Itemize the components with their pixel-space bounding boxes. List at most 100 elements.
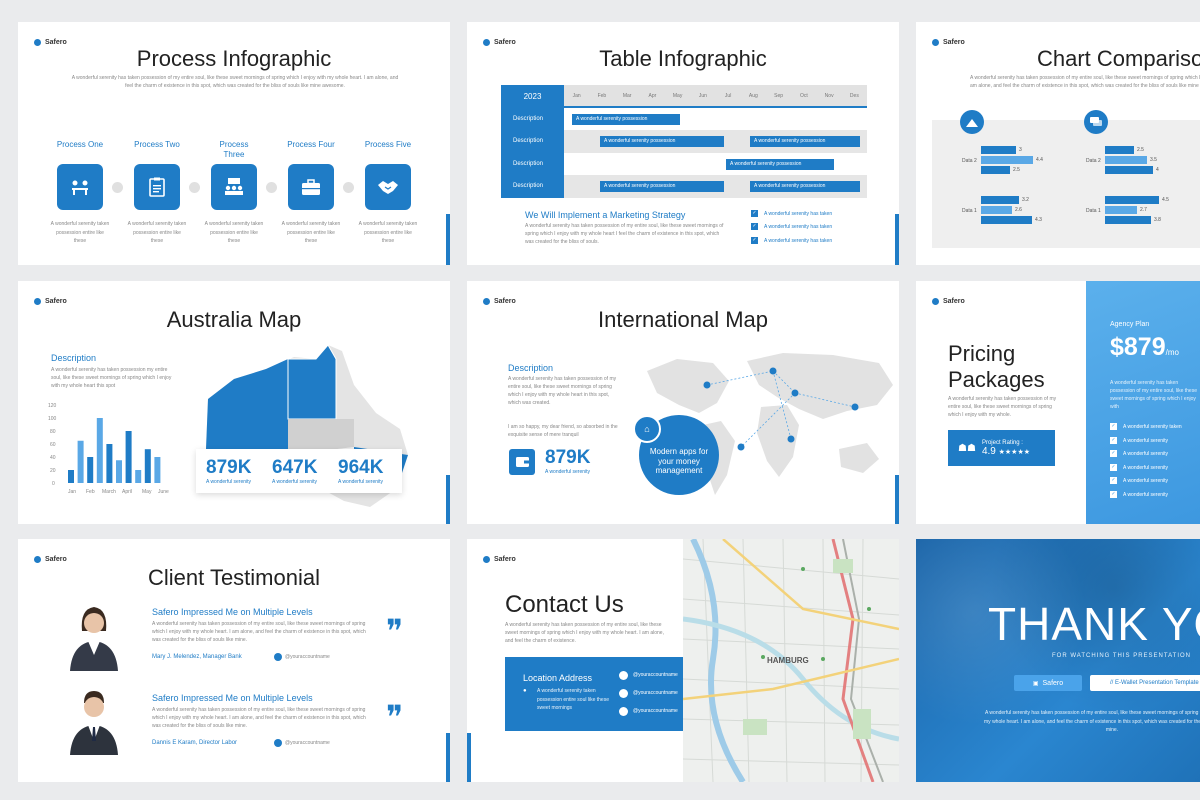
chart-bar [106, 444, 113, 483]
gantt-bar: A wonderful serenity possession [572, 113, 680, 125]
description-title: Description [51, 353, 97, 363]
x-tick: Feb [86, 489, 95, 495]
pin-icon: ● [523, 688, 527, 694]
y-tick: 0 [52, 481, 55, 487]
template-button[interactable]: // E-Wallet Presentation Template [1090, 675, 1200, 691]
slide-contact[interactable]: Safero Contact Us A wonderful serenity h… [467, 539, 899, 782]
bar [981, 206, 1012, 214]
location-card: Location Address ● A wonderful serenity … [505, 657, 699, 731]
check-icon: ✓ [751, 210, 758, 217]
accent-bar [895, 214, 899, 265]
brand-logo: Safero [34, 298, 67, 305]
slide-thank-you[interactable]: THANK YOU FOR WATCHING THIS PRESENTATION… [916, 539, 1200, 782]
value-label: 4 [1156, 167, 1159, 173]
accent-bar [895, 475, 899, 524]
brand-button[interactable]: ▣ Safero [1014, 675, 1082, 691]
process-label: Process One [56, 140, 104, 149]
avatar [66, 685, 122, 755]
value-label: 2.5 [1013, 167, 1020, 173]
wallet-icon: ▣ [1032, 680, 1039, 687]
accent-bar [446, 475, 450, 524]
chart-panel [932, 120, 1200, 248]
value-label: 2.7 [1140, 207, 1147, 213]
description-body: A wonderful serenity has taken possessio… [51, 367, 172, 389]
brand-logo: Safero [932, 39, 965, 46]
bar [1105, 216, 1151, 224]
plan-panel: Agency Plan $879/mo A wonderful serenity… [1086, 281, 1200, 524]
month-header: Jun [698, 93, 707, 99]
row-label: Description [501, 175, 564, 198]
briefcase-icon [288, 164, 334, 210]
slide-chart-comparison[interactable]: Safero Chart Comparison A wonderful sere… [916, 22, 1200, 265]
social-handle: @youraccountname [274, 739, 330, 747]
slide-australia-map[interactable]: Safero Australia Map Description A wonde… [18, 281, 450, 524]
bar [981, 166, 1010, 174]
accent-bar [446, 733, 450, 782]
slide-title: Australia Map [166, 307, 302, 332]
row-label: Description [501, 152, 564, 175]
slide-pricing[interactable]: Safero Pricing Packages A wonderful seren… [916, 281, 1200, 524]
testimonial-body: A wonderful serenity has taken possessio… [152, 707, 366, 729]
month-header: Des [849, 93, 859, 99]
slide-table[interactable]: Safero Table Infographic 2023 Jan Feb Ma… [467, 22, 899, 265]
clipboard-icon [134, 164, 180, 210]
mail-icon [619, 689, 628, 698]
map-city-label: HAMBURG [767, 656, 809, 665]
bar [981, 216, 1032, 224]
value-label: 3.2 [1022, 197, 1029, 203]
twitter-icon [274, 739, 282, 747]
slide-international-map[interactable]: Safero International Map Description A w… [467, 281, 899, 524]
background-photo-overlay [916, 539, 1200, 782]
bar-chart: 120 100 80 60 40 20 0 Jan Feb March Apri… [48, 403, 169, 495]
gantt-bar: A wonderful serenity possession [600, 181, 724, 192]
slide-title: Contact Us [505, 591, 624, 618]
phone-icon [619, 707, 628, 716]
social-handle: @youraccountname [274, 653, 330, 661]
strategy-heading: We Will Implement a Marketing Strategy [525, 210, 686, 220]
thank-you-title: THANK YOU [988, 598, 1200, 650]
chart-bar [68, 470, 74, 483]
process-separator [343, 182, 354, 193]
process-desc: A wonderful serenity taken possession en… [204, 221, 264, 244]
stat: 964K A wonderful serenity [338, 457, 384, 485]
value-label: 4.4 [1036, 157, 1043, 163]
process-desc: A wonderful serenity taken possession en… [50, 221, 110, 244]
row-label: Description [501, 107, 564, 130]
brand-logo: Safero [34, 556, 67, 563]
category-label: Data 2 [962, 158, 977, 164]
handshake-icon [365, 164, 411, 210]
month-header: Apr [648, 93, 657, 99]
category-label: Data 1 [1086, 208, 1101, 214]
chart-bar [125, 431, 132, 483]
bar [981, 196, 1019, 204]
brand-logo: Safero [483, 298, 516, 305]
contact-desc: A wonderful serenity has taken possessio… [505, 622, 664, 644]
slide-testimonial[interactable]: Safero Client Testimonial Safero Impress… [18, 539, 450, 782]
x-tick: April [122, 489, 132, 495]
gantt-bar: A wonderful serenity possession [750, 136, 860, 147]
chart-bar [116, 460, 122, 483]
y-tick: 40 [50, 455, 56, 461]
table-year: 2023 [501, 85, 564, 108]
month-header: Feb [597, 93, 607, 99]
process-desc: A wonderful serenity taken possession en… [281, 221, 341, 244]
month-header: May [672, 93, 683, 99]
process-label: Process Four [287, 140, 335, 149]
quote-icon: ❞ [386, 699, 404, 735]
testimonial-author: Mary J. Melendez, Manager Bank [152, 654, 242, 660]
value-label: 2.5 [1137, 147, 1144, 153]
value-label: 2.6 [1015, 207, 1022, 213]
x-tick: June [158, 489, 169, 495]
check-icon: ✓ [751, 236, 758, 244]
bar [1105, 156, 1147, 164]
testimonial-author: Dannis E Karam, Director Labor [152, 740, 238, 746]
chart-bar [87, 457, 94, 483]
chart-bar [96, 418, 103, 483]
testimonial-heading: Safero Impressed Me on Multiple Levels [152, 607, 313, 617]
x-tick: May [142, 489, 152, 495]
quote-icon: ❞ [386, 613, 404, 649]
slide-process[interactable]: Safero Process Infographic A wonderful s… [18, 22, 450, 265]
gantt-bar: A wonderful serenity possession [726, 158, 834, 170]
category-label: Data 1 [962, 208, 977, 214]
avatar [66, 601, 122, 671]
